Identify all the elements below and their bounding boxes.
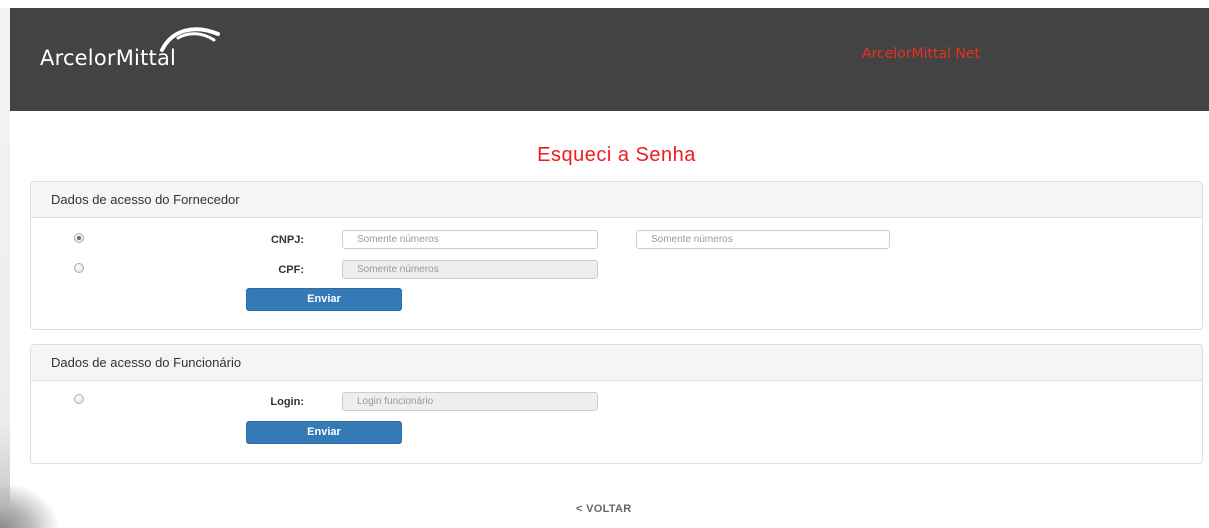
login-radio[interactable] <box>74 394 84 404</box>
cpf-label: CPF: <box>278 264 304 276</box>
login-label: Login: <box>270 396 304 408</box>
cnpj-input-1[interactable]: Somente números <box>342 230 598 249</box>
header-bar: ArcelorMittal ArcelorMittal Net <box>10 8 1209 111</box>
cnpj-label: CNPJ: <box>270 234 304 246</box>
fornecedor-panel: Dados de acesso do Fornecedor CNPJ: Some… <box>30 181 1203 330</box>
fornecedor-panel-heading: Dados de acesso do Fornecedor <box>31 182 1202 218</box>
cnpj-radio[interactable] <box>74 233 84 243</box>
cpf-radio[interactable] <box>74 263 84 273</box>
funcionario-submit-button[interactable]: Enviar <box>246 421 402 444</box>
page-title: Esqueci a Senha <box>537 144 696 166</box>
back-link[interactable]: < VOLTAR <box>576 503 631 515</box>
cnpj-input-2[interactable]: Somente números <box>636 230 890 249</box>
page-corner-shadow <box>0 482 60 528</box>
logo-text: ArcelorMittal <box>40 46 177 70</box>
login-input[interactable]: Login funcionário <box>342 392 598 411</box>
funcionario-panel: Dados de acesso do Funcionário Login: Lo… <box>30 344 1203 464</box>
cpf-input[interactable]: Somente números <box>342 260 598 279</box>
arcelormittal-logo[interactable]: ArcelorMittal <box>40 22 240 82</box>
arcelormittal-net-link[interactable]: ArcelorMittal Net <box>862 46 980 62</box>
fornecedor-submit-button[interactable]: Enviar <box>246 288 402 311</box>
funcionario-panel-heading: Dados de acesso do Funcionário <box>31 345 1202 381</box>
page-shadow-left <box>0 8 10 528</box>
